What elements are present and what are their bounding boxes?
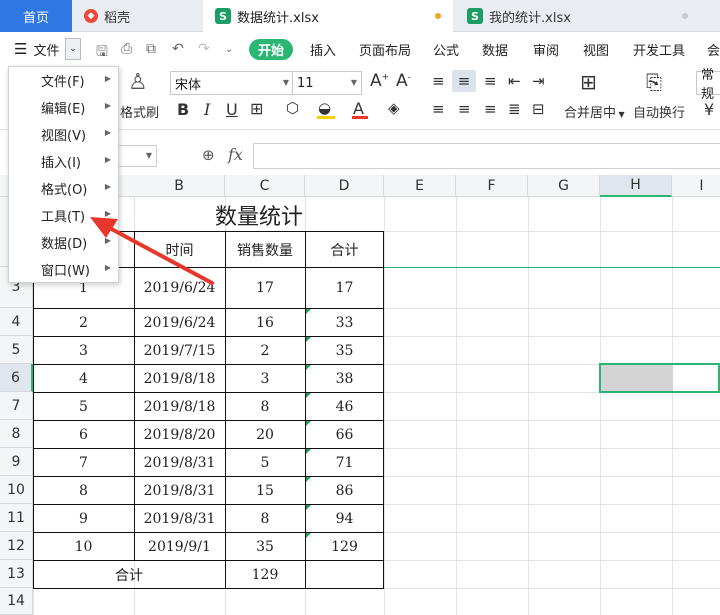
annotation-arrow-icon — [90, 217, 214, 285]
